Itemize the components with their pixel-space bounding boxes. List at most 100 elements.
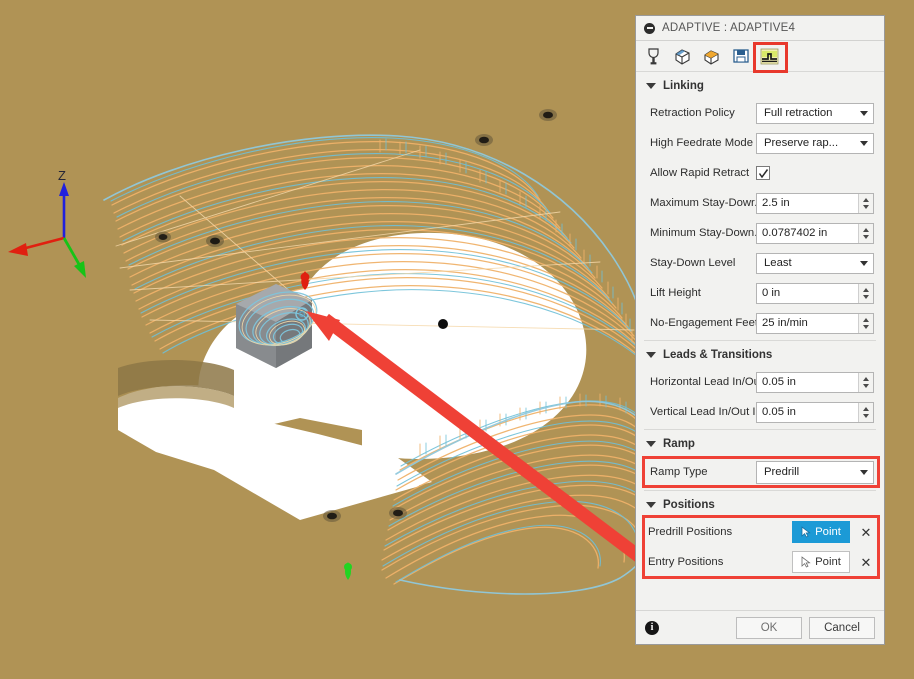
stepper-down-icon[interactable] — [863, 295, 869, 299]
check-icon — [758, 168, 769, 179]
spinner-vertical-lead-in-out[interactable]: 0.05 in — [756, 402, 874, 423]
dialog-body[interactable]: Linking Retraction Policy Full retractio… — [636, 72, 884, 610]
chevron-down-icon — [860, 111, 868, 116]
label-horizontal-lead-in-out: Horizontal Lead In/Ou... — [650, 376, 756, 388]
info-icon[interactable]: i — [645, 621, 659, 635]
row-no-engagement-feedrate[interactable]: No-Engagement Feet... 25 in/min — [636, 308, 884, 338]
stepper-down-icon[interactable] — [863, 384, 869, 388]
stepper-horizontal-lead-in-out[interactable] — [858, 373, 873, 392]
chevron-down-icon — [860, 261, 868, 266]
label-stay-down-level: Stay-Down Level — [650, 257, 756, 269]
stepper-up-icon[interactable] — [863, 288, 869, 292]
tab-heights[interactable] — [698, 44, 725, 69]
chevron-down-icon — [860, 470, 868, 475]
spinner-maximum-stay-down-distance[interactable]: 2.5 in — [756, 193, 874, 214]
section-header-ramp[interactable]: Ramp — [636, 432, 884, 456]
label-entry-positions: Entry Positions — [648, 556, 792, 568]
row-high-feedrate-mode[interactable]: High Feedrate Mode Preserve rap... — [636, 128, 884, 158]
stepper-down-icon[interactable] — [863, 235, 869, 239]
label-high-feedrate-mode: High Feedrate Mode — [650, 137, 756, 149]
stepper-up-icon[interactable] — [863, 377, 869, 381]
combo-retraction-policy[interactable]: Full retraction — [756, 103, 874, 124]
spinner-no-engagement-feedrate[interactable]: 25 in/min — [756, 313, 874, 334]
checkbox-allow-rapid-retract[interactable] — [756, 166, 770, 180]
value-lift-height: 0 in — [757, 284, 858, 303]
passes-icon — [732, 47, 750, 65]
predrill-positions-point-button[interactable]: Point — [792, 521, 850, 543]
row-entry-positions[interactable]: Entry Positions Point ✕ — [636, 547, 884, 577]
row-maximum-stay-down-distance[interactable]: Maximum Stay-Dowr... 2.5 in — [636, 188, 884, 218]
value-stay-down-level: Least — [764, 257, 792, 269]
tool-icon — [645, 47, 662, 66]
section-title-linking: Linking — [663, 80, 704, 92]
value-ramp-type: Predrill — [764, 466, 799, 478]
stepper-no-engagement-feedrate[interactable] — [858, 314, 873, 333]
row-horizontal-lead-in-out[interactable]: Horizontal Lead In/Ou... 0.05 in — [636, 367, 884, 397]
row-lift-height[interactable]: Lift Height 0 in — [636, 278, 884, 308]
clear-entry-positions-icon[interactable]: ✕ — [856, 556, 876, 569]
row-predrill-positions[interactable]: Predrill Positions Point ✕ — [636, 517, 884, 547]
origin-dot-marker — [438, 319, 448, 329]
section-divider-3 — [644, 490, 876, 491]
entry-positions-point-button[interactable]: Point — [792, 551, 850, 573]
stepper-up-icon[interactable] — [863, 198, 869, 202]
label-vertical-lead-in-out: Vertical Lead In/Out I... — [650, 406, 756, 418]
row-minimum-stay-down-distance[interactable]: Minimum Stay-Down... 0.0787402 in — [636, 218, 884, 248]
axis-triad: Z — [8, 168, 86, 278]
spinner-horizontal-lead-in-out[interactable]: 0.05 in — [756, 372, 874, 393]
label-predrill-positions: Predrill Positions — [648, 526, 792, 538]
section-divider-1 — [644, 340, 876, 341]
row-ramp-type[interactable]: Ramp Type Predrill — [636, 456, 884, 488]
cursor-icon — [801, 556, 812, 568]
application-window: Z ADAPTIVE : ADAPTIVE4 — [0, 0, 914, 679]
section-header-linking[interactable]: Linking — [636, 74, 884, 98]
tab-tool[interactable] — [640, 44, 667, 69]
geometry-icon — [673, 47, 692, 66]
label-ramp-type: Ramp Type — [650, 466, 756, 478]
stepper-lift-height[interactable] — [858, 284, 873, 303]
spinner-minimum-stay-down-distance[interactable]: 0.0787402 in — [756, 223, 874, 244]
label-retraction-policy: Retraction Policy — [650, 107, 756, 119]
ok-button[interactable]: OK — [736, 617, 802, 639]
caret-down-icon — [646, 441, 656, 447]
dialog-tab-strip[interactable] — [636, 41, 884, 72]
chevron-down-icon — [860, 141, 868, 146]
row-stay-down-level[interactable]: Stay-Down Level Least — [636, 248, 884, 278]
section-header-leads-transitions[interactable]: Leads & Transitions — [636, 343, 884, 367]
tab-geometry[interactable] — [669, 44, 696, 69]
dialog-footer[interactable]: i OK Cancel — [636, 610, 884, 644]
section-title-positions: Positions — [663, 499, 715, 511]
stepper-up-icon[interactable] — [863, 407, 869, 411]
section-divider-2 — [644, 429, 876, 430]
stepper-up-icon[interactable] — [863, 228, 869, 232]
stepper-up-icon[interactable] — [863, 318, 869, 322]
tab-passes[interactable] — [727, 44, 754, 69]
spinner-lift-height[interactable]: 0 in — [756, 283, 874, 304]
section-header-positions[interactable]: Positions — [636, 493, 884, 517]
stepper-down-icon[interactable] — [863, 325, 869, 329]
stepper-maximum-stay-down-distance[interactable] — [858, 194, 873, 213]
stepper-vertical-lead-in-out[interactable] — [858, 403, 873, 422]
tab-linking[interactable] — [756, 44, 783, 69]
value-maximum-stay-down-distance: 2.5 in — [757, 194, 858, 213]
stepper-down-icon[interactable] — [863, 414, 869, 418]
label-no-engagement-feedrate: No-Engagement Feet... — [650, 317, 756, 329]
label-lift-height: Lift Height — [650, 287, 756, 299]
combo-ramp-type[interactable]: Predrill — [756, 461, 874, 484]
clear-predrill-positions-icon[interactable]: ✕ — [856, 526, 876, 539]
row-vertical-lead-in-out[interactable]: Vertical Lead In/Out I... 0.05 in — [636, 397, 884, 427]
stepper-down-icon[interactable] — [863, 205, 869, 209]
dialog-title: ADAPTIVE : ADAPTIVE4 — [662, 22, 795, 34]
cancel-button[interactable]: Cancel — [809, 617, 875, 639]
caret-down-icon — [646, 502, 656, 508]
label-allow-rapid-retract: Allow Rapid Retract — [650, 167, 756, 179]
combo-stay-down-level[interactable]: Least — [756, 253, 874, 274]
row-allow-rapid-retract[interactable]: Allow Rapid Retract — [636, 158, 884, 188]
stepper-minimum-stay-down-distance[interactable] — [858, 224, 873, 243]
minus-circle-icon[interactable] — [644, 23, 655, 34]
adaptive-operation-dialog[interactable]: ADAPTIVE : ADAPTIVE4 — [635, 15, 885, 645]
row-retraction-policy[interactable]: Retraction Policy Full retraction — [636, 98, 884, 128]
combo-high-feedrate-mode[interactable]: Preserve rap... — [756, 133, 874, 154]
cursor-icon — [801, 526, 812, 538]
value-minimum-stay-down-distance: 0.0787402 in — [757, 224, 858, 243]
